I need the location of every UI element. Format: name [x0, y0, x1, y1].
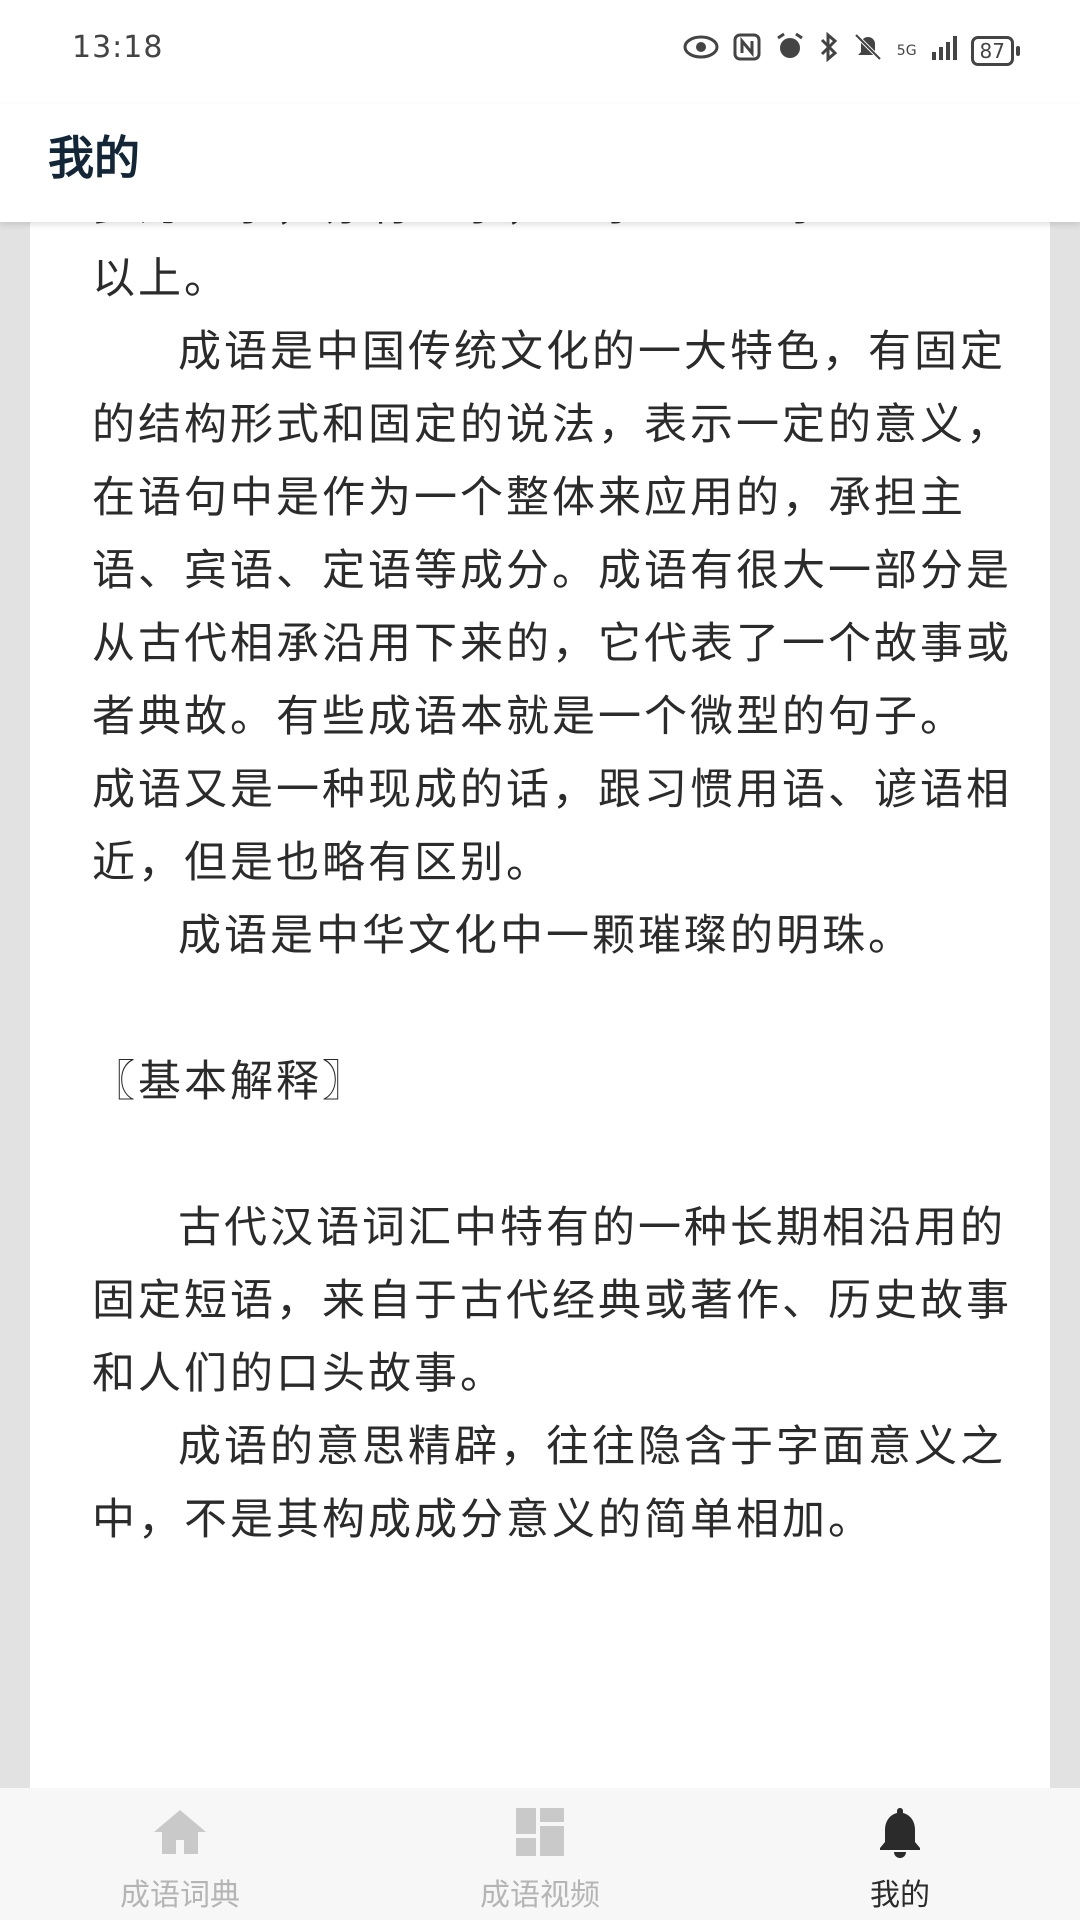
- article-text: 多为四字，亦有三字，五字甚至七字 以上。 成语是中国传统文化的一大特色，有固定的…: [92, 222, 1012, 1557]
- nav-item-video[interactable]: 成语视频: [360, 1788, 720, 1920]
- page-title: 我的: [48, 131, 140, 185]
- eye-icon: [683, 34, 719, 67]
- paragraph-definition: 古代汉语词汇中特有的一种长期相沿用的固定短语，来自于古代经典或著作、历史故事和人…: [92, 1203, 1012, 1399]
- signal-bars-icon: [931, 34, 957, 67]
- bluetooth-icon: [819, 31, 839, 69]
- status-bar: 13:18 5G 87: [0, 0, 1080, 104]
- mute-icon: [853, 32, 883, 69]
- nfc-icon: [733, 33, 761, 68]
- nav-label-dictionary: 成语词典: [120, 1878, 240, 1913]
- nav-item-mine[interactable]: 我的: [720, 1788, 1080, 1920]
- battery-icon: 87: [970, 35, 1021, 66]
- signal-icon: 5G: [897, 44, 917, 58]
- home-icon: [154, 1810, 206, 1854]
- nav-label-mine: 我的: [870, 1878, 930, 1913]
- dashboard-icon: [516, 1808, 564, 1856]
- bottom-nav: 成语词典 成语视频 我的: [0, 1788, 1080, 1920]
- nav-label-video: 成语视频: [480, 1878, 600, 1913]
- section-title: 〖基本解释〗: [92, 1057, 368, 1107]
- paragraph-partial: 多为四字，亦有三字，五字甚至七字: [92, 222, 1012, 243]
- status-time: 13:18: [72, 30, 164, 65]
- paragraph-meaning: 成语的意思精辟，往往隐含于字面意义之中，不是其构成成分意义的简单相加。: [92, 1422, 1006, 1545]
- alarm-icon: [775, 32, 805, 69]
- status-icons: 5G 87: [683, 31, 1021, 69]
- app-bar: 我的: [0, 104, 1080, 222]
- paragraph-tradition: 成语是中国传统文化的一大特色，有固定的结构形式和固定的说法，表示一定的意义，在语…: [92, 327, 1012, 888]
- network-type: 5G: [896, 42, 917, 59]
- paragraph-end: 以上。: [92, 254, 230, 304]
- paragraph-pearl: 成语是中华文化中一颗璀璨的明珠。: [178, 911, 914, 961]
- bell-icon: [880, 1808, 920, 1858]
- content-card[interactable]: 多为四字，亦有三字，五字甚至七字 以上。 成语是中国传统文化的一大特色，有固定的…: [30, 222, 1050, 1788]
- nav-item-dictionary[interactable]: 成语词典: [0, 1788, 360, 1920]
